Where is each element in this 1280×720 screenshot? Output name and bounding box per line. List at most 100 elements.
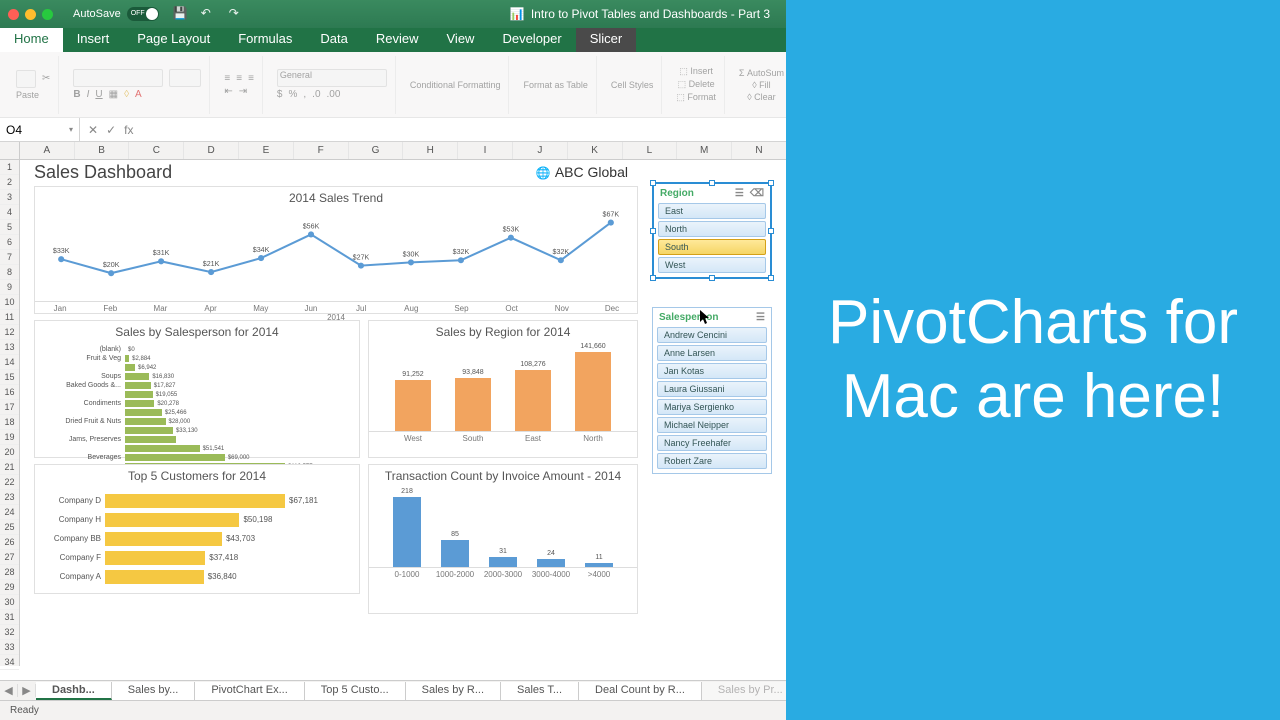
tab-page-layout[interactable]: Page Layout: [123, 28, 224, 52]
slicer-item-robert-zare[interactable]: Robert Zare: [657, 453, 767, 469]
clear-filter-icon[interactable]: ⌫: [750, 188, 764, 199]
number-format-select[interactable]: General: [277, 69, 387, 87]
zoom-level[interactable]: 100%: [1244, 705, 1270, 716]
column-header-b[interactable]: B: [75, 142, 130, 159]
search-icon[interactable]: 🔍: [1005, 32, 1021, 48]
sheet-nav-next[interactable]: ▶: [18, 684, 36, 697]
slicer-item-anne-larsen[interactable]: Anne Larsen: [657, 345, 767, 361]
row-header-2[interactable]: 2: [0, 175, 19, 190]
zoom-window-button[interactable]: [42, 9, 53, 20]
row-header-23[interactable]: 23: [0, 490, 19, 505]
column-header-i[interactable]: I: [458, 142, 513, 159]
sheet-tab-1[interactable]: Sales by...: [112, 682, 196, 700]
column-header-t[interactable]: T: [1061, 142, 1116, 159]
zoom-slider[interactable]: [1139, 709, 1219, 712]
column-header-j[interactable]: J: [513, 142, 568, 159]
slicer-item-andrew-cencini[interactable]: Andrew Cencini: [657, 327, 767, 343]
column-header-c[interactable]: C: [129, 142, 184, 159]
font-select[interactable]: [73, 69, 163, 87]
chart-transaction-count[interactable]: Transaction Count by Invoice Amount - 20…: [368, 464, 638, 614]
sheet-nav-prev[interactable]: ◀: [0, 684, 18, 697]
row-header-20[interactable]: 20: [0, 445, 19, 460]
chart-sales-by-salesperson[interactable]: Sales by Salesperson for 2014 (blank)$0F…: [34, 320, 360, 458]
row-header-13[interactable]: 13: [0, 340, 19, 355]
column-header-e[interactable]: E: [239, 142, 294, 159]
font-size[interactable]: [169, 69, 201, 87]
slicer-item-michael-neipper[interactable]: Michael Neipper: [657, 417, 767, 433]
save-icon[interactable]: 💾: [173, 6, 189, 22]
fx-icon[interactable]: fx: [124, 123, 133, 137]
row-header-4[interactable]: 4: [0, 205, 19, 220]
column-header-f[interactable]: F: [294, 142, 349, 159]
sheet-tab-3[interactable]: Top 5 Custo...: [305, 682, 406, 700]
column-header-a[interactable]: A: [20, 142, 75, 159]
row-header-14[interactable]: 14: [0, 355, 19, 370]
row-header-9[interactable]: 9: [0, 280, 19, 295]
tab-developer[interactable]: Developer: [488, 28, 575, 52]
row-header-29[interactable]: 29: [0, 580, 19, 595]
sheet-canvas[interactable]: Sales Dashboard ABC Global 2014 Sales Tr…: [20, 160, 1280, 666]
column-header-l[interactable]: L: [623, 142, 678, 159]
sheet-tab-0[interactable]: Dashb...: [36, 682, 112, 700]
search-placeholder[interactable]: Search Workbook: [1038, 33, 1141, 48]
row-header-31[interactable]: 31: [0, 610, 19, 625]
row-header-7[interactable]: 7: [0, 250, 19, 265]
slicer-item-laura-giussani[interactable]: Laura Giussani: [657, 381, 767, 397]
tab-review[interactable]: Review: [362, 28, 433, 52]
column-header-r[interactable]: R: [951, 142, 1006, 159]
select-all-corner[interactable]: [0, 142, 20, 159]
share-button[interactable]: 👥 Share: [1157, 32, 1212, 48]
redo-icon[interactable]: ↷: [229, 6, 245, 22]
column-header-o[interactable]: O: [787, 142, 842, 159]
ribbon-collapse-icon[interactable]: ˄: [1256, 33, 1264, 48]
row-header-22[interactable]: 22: [0, 475, 19, 490]
slicer-item-north[interactable]: North: [658, 221, 766, 237]
slicer-salesperson[interactable]: Salesperson ☰ Andrew CenciniAnne LarsenJ…: [652, 307, 772, 474]
row-header-1[interactable]: 1: [0, 160, 19, 175]
column-header-n[interactable]: N: [732, 142, 787, 159]
chart-top5-customers[interactable]: Top 5 Customers for 2014 Company D$67,18…: [34, 464, 360, 594]
cancel-formula-icon[interactable]: ✕: [88, 123, 98, 137]
row-header-30[interactable]: 30: [0, 595, 19, 610]
sheet-tab-4[interactable]: Sales by R...: [406, 682, 501, 700]
chart-sales-by-region[interactable]: Sales by Region for 2014 91,25293,848108…: [368, 320, 638, 458]
undo-icon[interactable]: ↶: [201, 6, 217, 22]
row-header-18[interactable]: 18: [0, 415, 19, 430]
slicer-item-east[interactable]: East: [658, 203, 766, 219]
sheet-tab-2[interactable]: PivotChart Ex...: [195, 682, 304, 700]
row-header-33[interactable]: 33: [0, 640, 19, 655]
column-header-k[interactable]: K: [568, 142, 623, 159]
name-box[interactable]: O4▾: [0, 118, 80, 141]
row-header-15[interactable]: 15: [0, 370, 19, 385]
row-header-24[interactable]: 24: [0, 505, 19, 520]
sheet-tab-5[interactable]: Sales T...: [501, 682, 579, 700]
view-normal-icon[interactable]: ▦: [1084, 705, 1093, 716]
chart-sales-trend[interactable]: 2014 Sales Trend $33K$20K$31K$21K$34K$56…: [34, 186, 638, 314]
slicer-item-mariya-sergienko[interactable]: Mariya Sergienko: [657, 399, 767, 415]
multi-select-icon[interactable]: ☰: [735, 188, 744, 199]
column-header-m[interactable]: M: [677, 142, 732, 159]
column-header-p[interactable]: P: [842, 142, 897, 159]
slicer-item-south[interactable]: South: [658, 239, 766, 255]
tab-insert[interactable]: Insert: [63, 28, 124, 52]
column-header-s[interactable]: S: [1006, 142, 1061, 159]
tab-view[interactable]: View: [433, 28, 489, 52]
row-header-27[interactable]: 27: [0, 550, 19, 565]
tab-home[interactable]: Home: [0, 28, 63, 52]
sheet-tab-9[interactable]: Source: [856, 682, 924, 700]
row-header-34[interactable]: 34: [0, 655, 19, 670]
row-header-3[interactable]: 3: [0, 190, 19, 205]
autosave-toggle[interactable]: OFF: [127, 7, 159, 21]
sheet-tab-6[interactable]: Deal Count by R...: [579, 682, 702, 700]
close-window-button[interactable]: [8, 9, 19, 20]
user-icon[interactable]: ☺: [1227, 33, 1240, 48]
sheet-tab-8[interactable]: Data: [800, 682, 856, 700]
add-sheet-button[interactable]: +: [924, 683, 956, 699]
row-header-5[interactable]: 5: [0, 220, 19, 235]
accept-formula-icon[interactable]: ✓: [106, 123, 116, 137]
row-header-19[interactable]: 19: [0, 430, 19, 445]
slicer-item-nancy-freehafer[interactable]: Nancy Freehafer: [657, 435, 767, 451]
column-header-v[interactable]: V: [1170, 142, 1225, 159]
tab-formulas[interactable]: Formulas: [224, 28, 306, 52]
slicer-item-west[interactable]: West: [658, 257, 766, 273]
